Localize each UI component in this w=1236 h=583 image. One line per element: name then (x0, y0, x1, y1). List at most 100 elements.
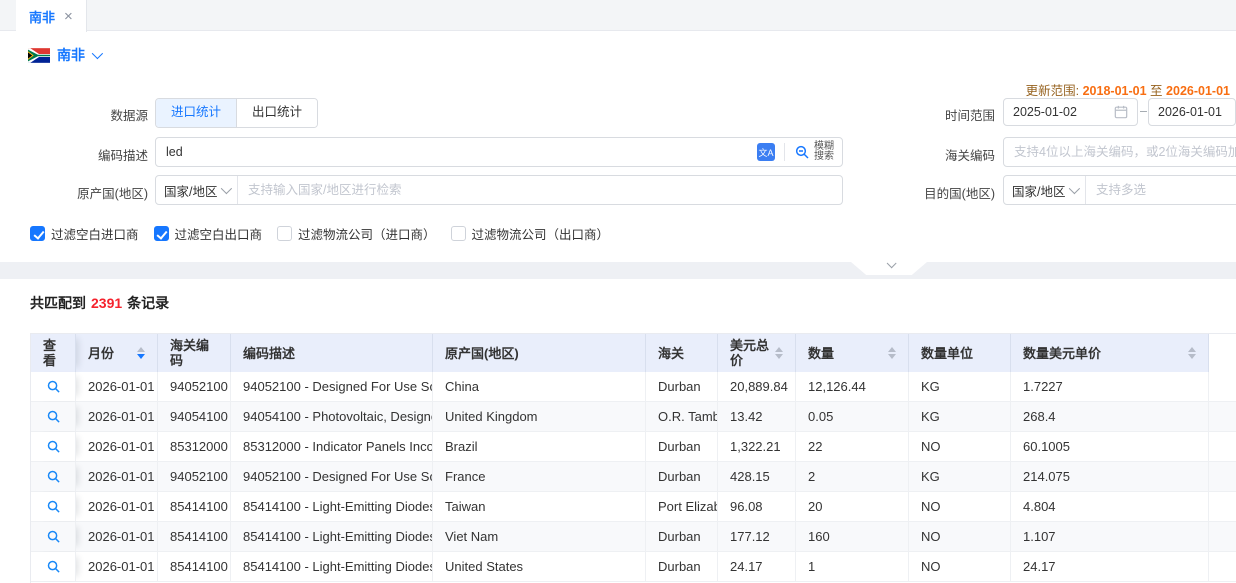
col-header-qty_unit: 数量单位 (909, 334, 1011, 372)
view-record-button[interactable] (31, 432, 76, 461)
date-start-input[interactable]: 2025-01-02 (1003, 98, 1138, 126)
cell-filler (1209, 552, 1236, 581)
origin-label: 原产国(地区) (28, 183, 148, 202)
tab-export-stats[interactable]: 出口统计 (236, 99, 317, 127)
origin-search-input[interactable] (238, 176, 842, 204)
magnifier-icon (46, 529, 61, 544)
destination-label: 目的国(地区) (875, 183, 995, 202)
checkbox-label: 过滤物流公司（进口商） (298, 224, 436, 243)
view-record-button[interactable] (31, 522, 76, 551)
close-icon[interactable]: × (64, 9, 73, 24)
results-count: 2391 (91, 295, 122, 311)
code-desc-input[interactable] (156, 138, 757, 166)
cell-month: 2026-01-01 (76, 402, 158, 431)
cell-hs_code: 94052100 (158, 372, 231, 401)
cell-origin: Brazil (433, 432, 646, 461)
code-desc-label: 编码描述 (28, 145, 148, 164)
view-record-button[interactable] (31, 492, 76, 521)
origin-type-select[interactable]: 国家/地区 (156, 176, 238, 204)
checkbox-unchecked-icon[interactable] (451, 226, 466, 241)
checkbox-checked-icon[interactable] (30, 226, 45, 241)
sort-caret-icon[interactable] (882, 347, 896, 359)
page-title: 南非 (57, 45, 85, 65)
cell-usd_total: 24.17 (718, 552, 796, 581)
cell-month: 2026-01-01 (76, 462, 158, 491)
destination-control: 国家/地区 (1003, 175, 1236, 205)
col-header-unit_price[interactable]: 数量美元单价 (1011, 334, 1209, 372)
tab-south-africa[interactable]: 南非 × (16, 0, 87, 32)
view-record-button[interactable] (31, 372, 76, 401)
cell-qty_unit: NO (909, 492, 1011, 521)
update-range: 更新范围: 2018-01-01 至 2026-01-01 (1026, 80, 1230, 99)
checkbox-checked-icon[interactable] (154, 226, 169, 241)
destination-search-input[interactable] (1086, 176, 1236, 204)
country-header[interactable]: 南非 (28, 45, 100, 65)
chevron-down-icon (886, 258, 896, 268)
results-summary: 共匹配到2391条记录 (30, 293, 169, 313)
cell-origin: Viet Nam (433, 522, 646, 551)
table-row: 2026-01-0194054100 94054100 - Photovoltai… (31, 402, 1236, 432)
date-start-value: 2025-01-02 (1013, 105, 1108, 119)
cell-month: 2026-01-01 (76, 522, 158, 551)
cell-hs_code: 94054100 (158, 402, 231, 431)
cell-filler (1209, 492, 1236, 521)
cell-desc: 85414100 - Light-Emitting Diodes (L... (231, 552, 433, 581)
sort-caret-icon[interactable] (1182, 347, 1196, 359)
fuzzy-search-button[interactable]: 模糊搜索 (785, 142, 842, 163)
results-table: 查看月份海关编码编码描述原产国(地区)海关美元总价数量数量单位数量美元单价 20… (30, 333, 1236, 583)
view-record-button[interactable] (31, 462, 76, 491)
chevron-down-icon (1069, 183, 1080, 194)
cell-usd_total: 428.15 (718, 462, 796, 491)
tab-import-stats[interactable]: 进口统计 (156, 99, 236, 127)
summary-prefix: 共匹配到 (30, 295, 86, 311)
cell-qty_unit: NO (909, 522, 1011, 551)
filter-checkbox-2[interactable]: 过滤物流公司（进口商） (277, 224, 436, 243)
hs-code-input[interactable] (1004, 138, 1236, 166)
update-range-to: 至 (1150, 84, 1163, 98)
col-header-desc: 编码描述 (231, 334, 433, 372)
view-record-button[interactable] (31, 402, 76, 431)
update-range-end: 2026-01-01 (1166, 84, 1230, 98)
col-header-qty[interactable]: 数量 (796, 334, 909, 372)
cell-qty: 0.05 (796, 402, 909, 431)
cell-month: 2026-01-01 (76, 492, 158, 521)
filter-checkbox-1[interactable]: 过滤空白出口商 (154, 224, 263, 243)
panel-divider (0, 262, 1236, 279)
chevron-down-icon[interactable] (92, 48, 103, 59)
cell-desc: 94052100 - Designed For Use Solely... (231, 372, 433, 401)
cell-hs_code: 85414100 (158, 492, 231, 521)
col-header-usd_total[interactable]: 美元总价 (718, 334, 796, 372)
col-header-view: 查看 (31, 334, 76, 372)
results-panel: 共匹配到2391条记录 查看月份海关编码编码描述原产国(地区)海关美元总价数量数… (0, 279, 1236, 583)
table-row: 2026-01-018541410085414100 - Light-Emitt… (31, 522, 1236, 552)
cell-month: 2026-01-01 (76, 552, 158, 581)
destination-type-select[interactable]: 国家/地区 (1004, 176, 1086, 204)
desc-text: 94054100 - Photovoltaic, Designed F... (243, 409, 433, 424)
col-header-label: 美元总价 (730, 338, 769, 368)
sort-caret-icon[interactable] (131, 347, 145, 359)
col-header-customs: 海关 (646, 334, 718, 372)
magnifier-icon (46, 499, 61, 514)
time-range-label: 时间范围 (875, 105, 995, 124)
checkbox-unchecked-icon[interactable] (277, 226, 292, 241)
cell-hs_code: 94052100 (158, 462, 231, 491)
view-record-button[interactable] (31, 552, 76, 581)
sort-caret-icon[interactable] (769, 347, 783, 359)
col-header-month[interactable]: 月份 (76, 334, 158, 372)
tab-label: 南非 (29, 7, 55, 26)
cell-origin: United Kingdom (433, 402, 646, 431)
cell-qty_unit: KG (909, 372, 1011, 401)
cell-usd_total: 13.42 (718, 402, 796, 431)
desc-text: 85312000 - Indicator Panels Incorpor... (243, 439, 433, 454)
cell-desc: 94052100 - Designed For Use Solely... (231, 462, 433, 491)
cell-qty: 160 (796, 522, 909, 551)
col-header-label: 海关编码 (170, 338, 218, 368)
magnifier-icon (46, 469, 61, 484)
translate-icon[interactable]: 文A (757, 143, 775, 161)
tab-bar: 南非 × (0, 0, 1236, 31)
calendar-icon (1114, 105, 1128, 119)
cell-qty_unit: NO (909, 552, 1011, 581)
filter-checkbox-3[interactable]: 过滤物流公司（出口商） (451, 224, 610, 243)
filter-checkbox-0[interactable]: 过滤空白进口商 (30, 224, 139, 243)
date-end-input[interactable]: 2026-01-01 (1148, 98, 1236, 126)
